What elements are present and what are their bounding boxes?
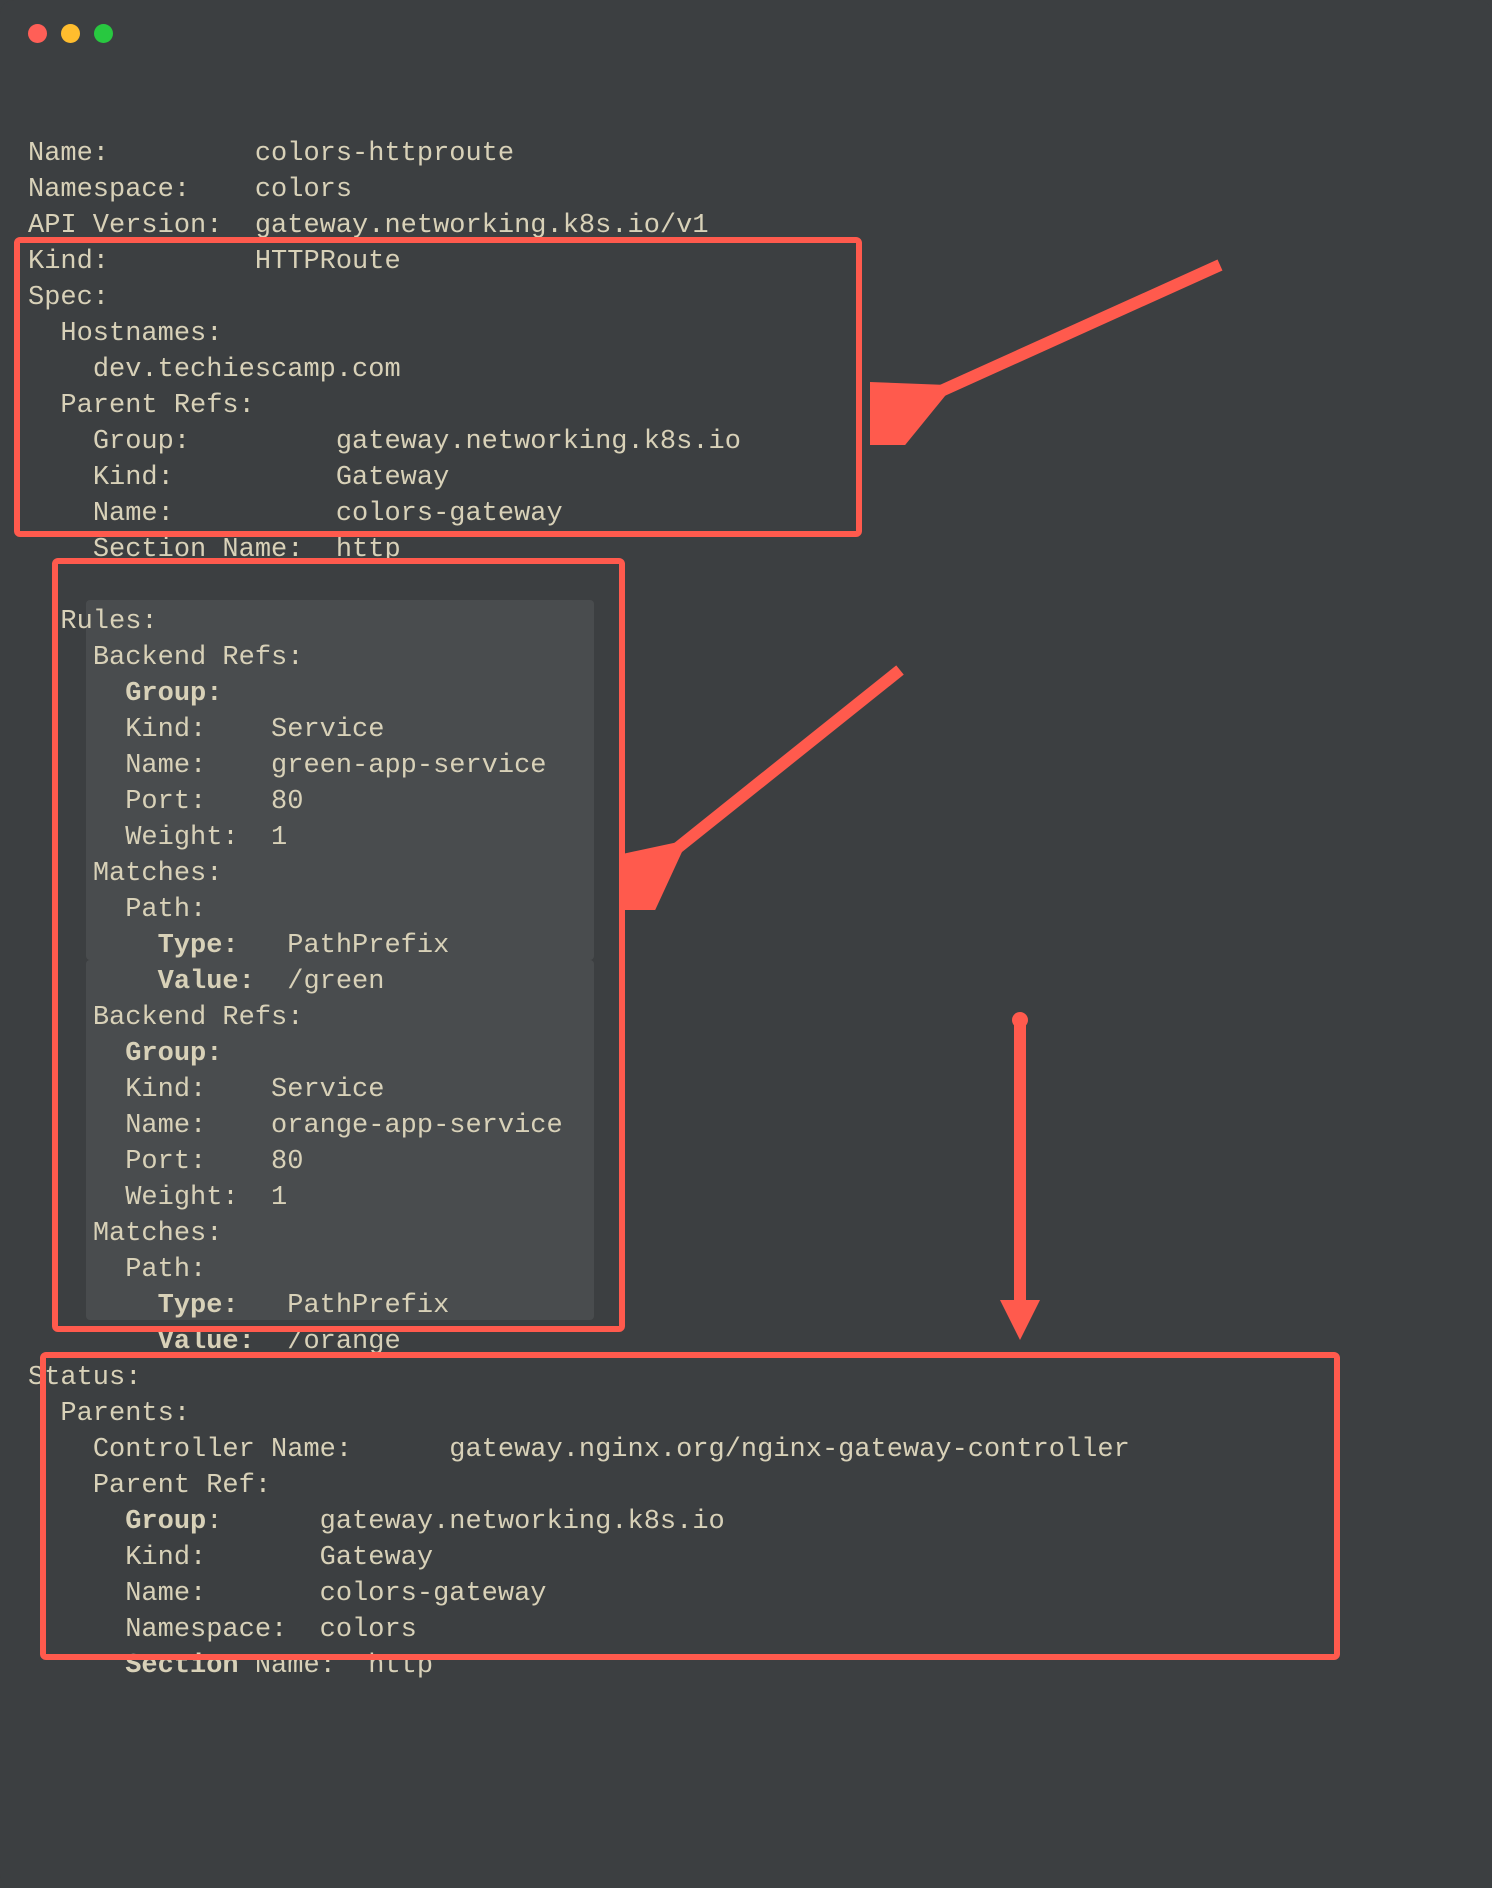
pr2-name-value: colors-gateway — [320, 1579, 547, 1609]
r0-group-label: Group: — [125, 679, 222, 709]
pr-group-value: gateway.networking.k8s.io — [336, 427, 741, 457]
r1-kind-value: Service — [271, 1075, 384, 1105]
pr2-section-rest: Name: — [239, 1651, 336, 1681]
r0-value-label: Value: — [158, 967, 255, 997]
pr-name-value: colors-gateway — [336, 499, 563, 529]
r0-kind-label: Kind: — [125, 715, 206, 745]
kind-value: HTTPRoute — [255, 247, 401, 277]
pr2-section-value: http — [368, 1651, 433, 1681]
pr2-namespace-label: Namespace: — [125, 1615, 287, 1645]
name-value: colors-httproute — [255, 139, 514, 169]
r0-port-value: 80 — [271, 787, 303, 817]
r0-type-label: Type: — [158, 931, 239, 961]
r1-port-value: 80 — [271, 1147, 303, 1177]
pr-section-label: Section Name: — [93, 535, 304, 565]
pr-name-label: Name: — [93, 499, 174, 529]
pr2-group-colon: : — [206, 1507, 222, 1537]
pr-group-label: Group: — [93, 427, 190, 457]
parent-refs-label: Parent Refs: — [60, 391, 254, 421]
close-icon[interactable] — [28, 24, 47, 43]
namespace-label: Namespace: — [28, 175, 190, 205]
namespace-value: colors — [255, 175, 352, 205]
r0-path-label: Path: — [125, 895, 206, 925]
r0-port-label: Port: — [125, 787, 206, 817]
r1-group-label: Group: — [125, 1039, 222, 1069]
r1-name-label: Name: — [125, 1111, 206, 1141]
r1-value-label: Value: — [158, 1327, 255, 1357]
window-controls — [28, 24, 113, 43]
zoom-icon[interactable] — [94, 24, 113, 43]
r1-port-label: Port: — [125, 1147, 206, 1177]
r0-name-value: green-app-service — [271, 751, 546, 781]
r1-weight-value: 1 — [271, 1183, 287, 1213]
r1-path-label: Path: — [125, 1255, 206, 1285]
pr2-group-label: Group — [125, 1507, 206, 1537]
r1-weight-label: Weight: — [125, 1183, 238, 1213]
parents-label: Parents: — [60, 1399, 190, 1429]
name-label: Name: — [28, 139, 109, 169]
rules-title: Rules: — [60, 607, 157, 637]
pr2-section-label: Section — [125, 1651, 238, 1681]
controller-name-value: gateway.nginx.org/nginx-gateway-controll… — [449, 1435, 1130, 1465]
api-version-value: gateway.networking.k8s.io/v1 — [255, 211, 709, 241]
r0-matches-label: Matches: — [93, 859, 223, 889]
controller-name-label: Controller Name: — [93, 1435, 352, 1465]
hostnames-value: dev.techiescamp.com — [93, 355, 401, 385]
api-version-label: API Version: — [28, 211, 222, 241]
pr2-kind-label: Kind: — [125, 1543, 206, 1573]
pr-kind-value: Gateway — [336, 463, 449, 493]
hostnames-label: Hostnames: — [60, 319, 222, 349]
parent-ref-label: Parent Ref: — [93, 1471, 271, 1501]
r1-backend-label: Backend Refs: — [93, 1003, 304, 1033]
r0-type-value: PathPrefix — [287, 931, 449, 961]
pr-kind-label: Kind: — [93, 463, 174, 493]
r1-value-value: /orange — [287, 1327, 400, 1357]
terminal-window: Name: colors-httproute Namespace: colors… — [0, 0, 1492, 1888]
r0-weight-label: Weight: — [125, 823, 238, 853]
r0-kind-value: Service — [271, 715, 384, 745]
r1-kind-label: Kind: — [125, 1075, 206, 1105]
pr2-kind-value: Gateway — [320, 1543, 433, 1573]
r0-name-label: Name: — [125, 751, 206, 781]
pr2-namespace-value: colors — [320, 1615, 417, 1645]
pr2-name-label: Name: — [125, 1579, 206, 1609]
spec-title: Spec: — [28, 283, 109, 313]
r1-type-value: PathPrefix — [287, 1291, 449, 1321]
r0-weight-value: 1 — [271, 823, 287, 853]
r0-value-value: /green — [287, 967, 384, 997]
pr2-group-value: gateway.networking.k8s.io — [320, 1507, 725, 1537]
r1-name-value: orange-app-service — [271, 1111, 563, 1141]
terminal-output: Name: colors-httproute Namespace: colors… — [28, 100, 1130, 1684]
r1-type-label: Type: — [158, 1291, 239, 1321]
r0-backend-label: Backend Refs: — [93, 643, 304, 673]
kind-label: Kind: — [28, 247, 109, 277]
minimize-icon[interactable] — [61, 24, 80, 43]
r1-matches-label: Matches: — [93, 1219, 223, 1249]
pr-section-value: http — [336, 535, 401, 565]
status-title: Status: — [28, 1363, 141, 1393]
